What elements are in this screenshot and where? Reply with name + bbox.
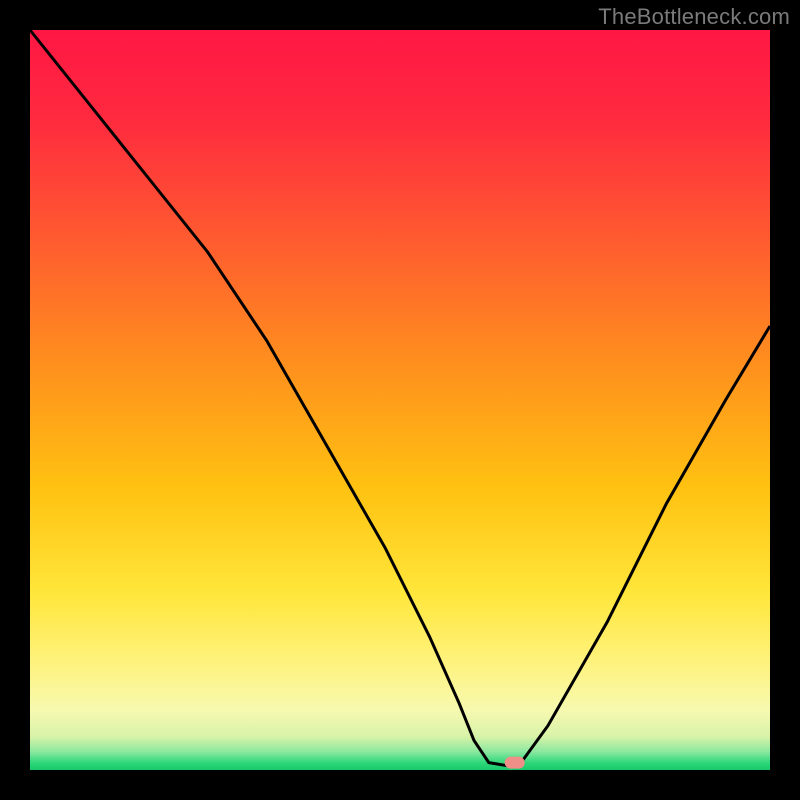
bottleneck-chart <box>0 0 800 800</box>
optimal-marker <box>505 757 525 769</box>
plot-area <box>30 30 770 770</box>
chart-container: TheBottleneck.com <box>0 0 800 800</box>
attribution-label: TheBottleneck.com <box>598 4 790 30</box>
